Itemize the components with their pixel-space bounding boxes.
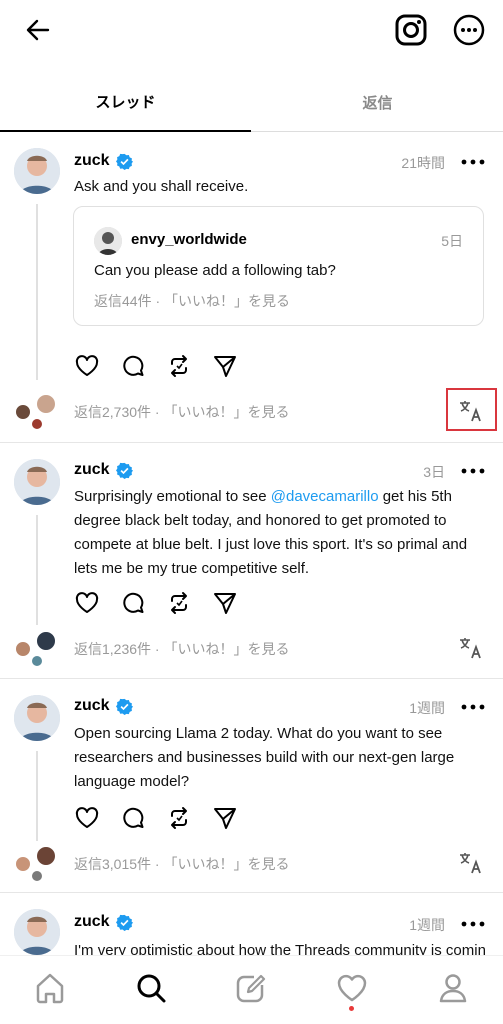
replier-avatar	[31, 418, 43, 430]
thread-line	[36, 515, 38, 625]
quoted-text: Can you please add a following tab?	[94, 262, 336, 279]
tab-threads[interactable]: スレッド	[0, 72, 251, 132]
avatar[interactable]	[94, 227, 122, 255]
repost-icon[interactable]	[166, 353, 192, 379]
post-actions	[74, 805, 238, 831]
quoted-username[interactable]: envy_worldwide	[131, 231, 247, 248]
replies-likes-link[interactable]: 返信2,730件 · 「いいね！」を見る	[74, 402, 289, 422]
activity-heart-icon[interactable]	[335, 971, 369, 1005]
heart-icon[interactable]	[74, 590, 100, 616]
quoted-time: 5日	[441, 233, 463, 249]
replier-avatar	[15, 404, 31, 420]
more-options-icon[interactable]	[461, 157, 485, 167]
comment-icon[interactable]	[120, 805, 146, 831]
translate-icon[interactable]	[457, 851, 485, 875]
replier-avatar	[36, 631, 56, 651]
notification-dot	[349, 1006, 354, 1011]
replier-avatar	[15, 641, 31, 657]
avatar[interactable]	[14, 459, 60, 505]
replier-avatar	[15, 856, 31, 872]
username[interactable]: zuck	[74, 152, 133, 170]
more-options-icon[interactable]	[461, 466, 485, 476]
thread-post[interactable]: zuck 21時間 Ask and you shall receive. env…	[0, 132, 503, 443]
thread-post[interactable]: zuck 3日 Surprisingly emotional to see @d…	[0, 443, 503, 679]
replies-likes-link[interactable]: 返信1,236件 · 「いいね！」を見る	[74, 639, 289, 659]
replier-avatar	[36, 846, 56, 866]
instagram-icon[interactable]	[394, 13, 428, 47]
quoted-replies-link[interactable]: 返信44件 · 「いいね！」を見る	[94, 291, 290, 311]
compose-icon[interactable]	[234, 971, 268, 1005]
thread-post[interactable]: zuck 1週間 I'm very optimistic about how t…	[0, 893, 503, 955]
repost-icon[interactable]	[166, 590, 192, 616]
heart-icon[interactable]	[74, 805, 100, 831]
thread-post[interactable]: zuck 1週間 Open sourcing Llama 2 today. Wh…	[0, 679, 503, 893]
quoted-post[interactable]: envy_worldwide 5日 Can you please add a f…	[73, 206, 484, 326]
username[interactable]: zuck	[74, 461, 133, 479]
post-time: 1週間	[409, 917, 445, 933]
search-icon[interactable]	[134, 971, 168, 1005]
tab-replies[interactable]: 返信	[252, 72, 503, 132]
profile-tabs: スレッド 返信	[0, 72, 503, 132]
post-time: 1週間	[409, 700, 445, 716]
avatar[interactable]	[14, 148, 60, 194]
comment-icon[interactable]	[120, 353, 146, 379]
comment-icon[interactable]	[120, 590, 146, 616]
share-icon[interactable]	[212, 353, 238, 379]
home-icon[interactable]	[33, 971, 67, 1005]
username[interactable]: zuck	[74, 697, 133, 715]
verified-badge-icon	[115, 462, 133, 479]
verified-badge-icon	[115, 153, 133, 170]
post-time: 3日	[423, 464, 445, 480]
profile-icon[interactable]	[436, 971, 470, 1005]
mention-link[interactable]: @davecamarillo	[271, 488, 379, 505]
replies-likes-link[interactable]: 返信3,015件 · 「いいね！」を見る	[74, 854, 289, 874]
replier-avatar	[36, 394, 56, 414]
post-text: Open sourcing Llama 2 today. What do you…	[74, 725, 455, 790]
avatar[interactable]	[14, 909, 60, 955]
more-circle-icon[interactable]	[452, 13, 486, 47]
post-text: I'm very optimistic about how the Thread…	[74, 942, 485, 955]
avatar[interactable]	[14, 695, 60, 741]
post-text: Surprisingly emotional to see @davecamar…	[74, 488, 468, 577]
share-icon[interactable]	[212, 590, 238, 616]
heart-icon[interactable]	[74, 353, 100, 379]
thread-line	[36, 204, 38, 380]
bottom-nav	[0, 955, 503, 1024]
arrow-left-icon[interactable]	[24, 16, 52, 44]
repost-icon[interactable]	[166, 805, 192, 831]
username[interactable]: zuck	[74, 913, 133, 931]
post-actions	[74, 590, 238, 616]
share-icon[interactable]	[212, 805, 238, 831]
more-options-icon[interactable]	[461, 919, 485, 929]
translate-icon[interactable]	[457, 636, 485, 660]
verified-badge-icon	[115, 914, 133, 931]
replier-avatar	[31, 870, 43, 882]
highlight-box	[446, 388, 497, 431]
replier-avatar	[31, 655, 43, 667]
thread-line	[36, 751, 38, 841]
post-text: Ask and you shall receive.	[74, 178, 249, 195]
post-time: 21時間	[401, 155, 445, 171]
more-options-icon[interactable]	[461, 702, 485, 712]
verified-badge-icon	[115, 698, 133, 715]
top-bar	[0, 0, 503, 64]
post-actions	[74, 353, 238, 379]
